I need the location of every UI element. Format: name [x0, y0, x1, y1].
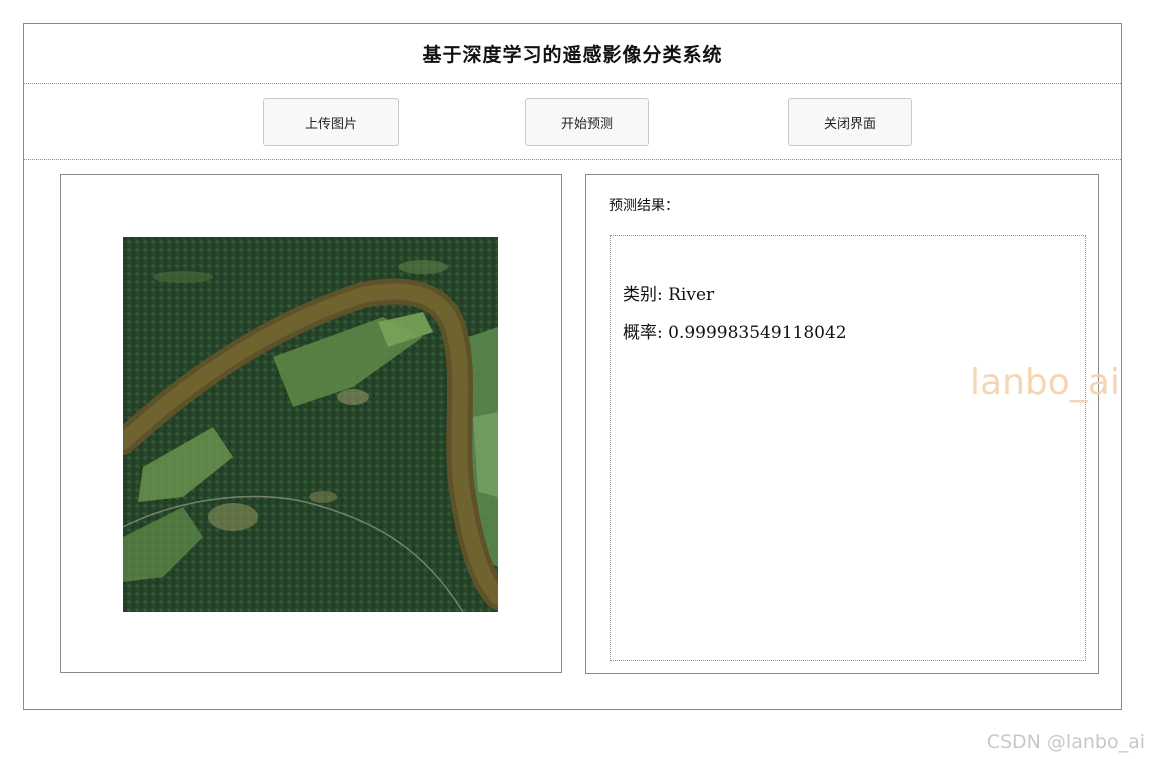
app-window: 基于深度学习的遥感影像分类系统 上传图片 开始预测 关闭界面 预测结果： 类别:…: [23, 23, 1122, 710]
app-title: 基于深度学习的遥感影像分类系统: [422, 44, 723, 66]
satellite-image: [123, 237, 498, 612]
start-prediction-button[interactable]: 开始预测: [525, 98, 649, 146]
category-result: 类别: River: [623, 285, 715, 305]
probability-result: 概率: 0.999983549118042: [623, 323, 847, 343]
footer-watermark: CSDN @lanbo_ai: [986, 731, 1145, 753]
result-heading: 预测结果：: [609, 198, 679, 214]
result-panel: 预测结果： 类别: River 概率: 0.999983549118042: [585, 174, 1099, 674]
upload-image-button[interactable]: 上传图片: [263, 98, 399, 146]
image-display-panel: [60, 174, 562, 673]
title-bar: 基于深度学习的遥感影像分类系统: [24, 24, 1121, 84]
toolbar: 上传图片 开始预测 关闭界面: [24, 84, 1121, 160]
result-text-area: 类别: River 概率: 0.999983549118042: [610, 235, 1086, 661]
satellite-river-image: [123, 237, 498, 612]
close-window-button[interactable]: 关闭界面: [788, 98, 912, 146]
